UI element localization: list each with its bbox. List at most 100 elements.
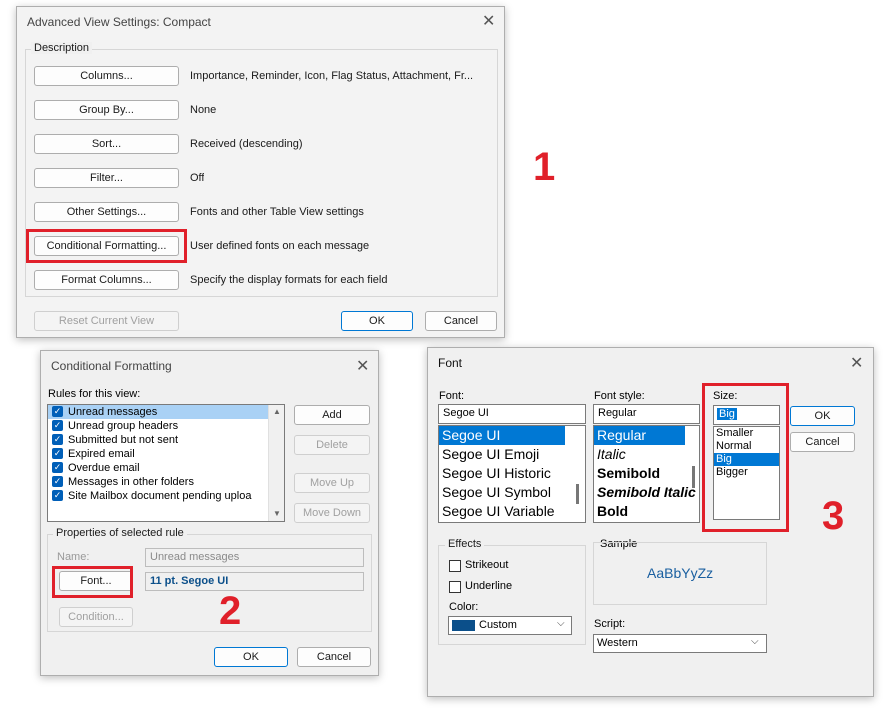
conditional-formatting-dialog: Conditional Formatting ✕ Rules for this … <box>40 350 379 676</box>
other-settings-button[interactable]: Other Settings... <box>34 202 179 222</box>
group-by-button[interactable]: Group By... <box>34 100 179 120</box>
dialog-title: Conditional Formatting <box>51 359 172 373</box>
underline-checkbox[interactable] <box>449 581 461 593</box>
ok-button[interactable]: OK <box>214 647 288 667</box>
advanced-view-settings-dialog: Advanced View Settings: Compact ✕ Descri… <box>16 6 505 338</box>
font-item[interactable]: Segoe UI Historic <box>439 464 585 483</box>
rule-label: Unread messages <box>68 406 158 418</box>
rule-item[interactable]: ✓ Unread group headers <box>48 419 284 433</box>
font-list[interactable]: Segoe UI Segoe UI Emoji Segoe UI Histori… <box>438 425 586 523</box>
rule-item[interactable]: ✓ Unread messages <box>48 405 284 419</box>
close-icon[interactable]: ✕ <box>850 353 863 373</box>
sample-text: AaBbYyZz <box>647 565 714 581</box>
delete-button[interactable]: Delete <box>294 435 370 455</box>
font-item[interactable]: Segoe UI Variable <box>439 502 585 521</box>
font-style-field[interactable]: Regular <box>593 404 700 424</box>
rule-label: Expired email <box>68 448 135 460</box>
font-style-item[interactable]: Bold <box>594 502 699 521</box>
conditional-formatting-description: User defined fonts on each message <box>190 240 370 252</box>
move-up-button[interactable]: Move Up <box>294 473 370 493</box>
rule-label: Messages in other folders <box>68 476 194 488</box>
strikeout-checkbox[interactable] <box>449 560 461 572</box>
rule-name-field[interactable]: Unread messages <box>145 548 364 567</box>
color-label: Color: <box>449 601 479 613</box>
ok-button[interactable]: OK <box>341 311 413 331</box>
font-name-field[interactable]: Segoe UI <box>438 404 586 424</box>
rules-label: Rules for this view: <box>48 388 141 400</box>
chevron-down-icon: ⌵ <box>751 636 759 647</box>
font-item[interactable]: Segoe UI Emoji <box>439 445 585 464</box>
scrollbar-thumb[interactable] <box>576 484 579 504</box>
highlight-conditional-formatting <box>26 229 187 263</box>
color-dropdown[interactable]: Custom ⌵ <box>448 616 572 635</box>
add-button[interactable]: Add <box>294 405 370 425</box>
font-style-item[interactable]: Italic <box>594 445 699 464</box>
group-by-description: None <box>190 104 217 116</box>
filter-button[interactable]: Filter... <box>34 168 179 188</box>
cancel-button[interactable]: Cancel <box>790 432 855 452</box>
rules-list[interactable]: ✓ Unread messages ✓ Unread group headers ✓… <box>47 404 285 522</box>
columns-button[interactable]: Columns... <box>34 66 179 86</box>
ok-button[interactable]: OK <box>790 406 855 426</box>
color-swatch <box>452 620 475 631</box>
properties-label: Properties of selected rule <box>53 527 187 539</box>
highlight-size <box>702 383 789 532</box>
annotation-2: 2 <box>219 589 242 633</box>
annotation-1: 1 <box>533 145 556 189</box>
font-style-label: Font style: <box>594 390 645 402</box>
description-label: Description <box>31 42 93 54</box>
dialog-title: Font <box>438 356 463 370</box>
strikeout-label: Strikeout <box>465 559 509 571</box>
close-icon[interactable]: ✕ <box>356 356 369 376</box>
sample-box: AaBbYyZz <box>593 542 767 605</box>
scroll-up-icon[interactable]: ▲ <box>273 407 281 416</box>
font-preview-field: 11 pt. Segoe UI <box>145 572 364 591</box>
dialog-title: Advanced View Settings: Compact <box>27 15 211 29</box>
annotation-3: 3 <box>822 494 845 538</box>
cancel-button[interactable]: Cancel <box>425 311 497 331</box>
rule-label: Unread group headers <box>68 420 179 432</box>
script-dropdown[interactable]: Western ⌵ <box>593 634 767 653</box>
format-columns-description: Specify the display formats for each fie… <box>190 274 388 286</box>
color-dropdown-value: Custom <box>479 619 517 631</box>
filter-description: Off <box>190 172 205 184</box>
checkbox-checked-icon[interactable]: ✓ <box>52 476 63 487</box>
close-icon[interactable]: ✕ <box>482 11 495 31</box>
font-dialog: Font ✕ Font: Segoe UI Segoe UI Segoe UI … <box>427 347 874 697</box>
reset-current-view-button[interactable]: Reset Current View <box>34 311 179 331</box>
sort-button[interactable]: Sort... <box>34 134 179 154</box>
checkbox-checked-icon[interactable]: ✓ <box>52 462 63 473</box>
rule-label: Overdue email <box>68 462 140 474</box>
font-style-item[interactable]: Semibold Italic <box>594 483 699 502</box>
script-dropdown-value: Western <box>597 637 638 649</box>
scroll-down-icon[interactable]: ▼ <box>273 509 281 518</box>
checkbox-checked-icon[interactable]: ✓ <box>52 490 63 501</box>
columns-description: Importance, Reminder, Icon, Flag Status,… <box>190 70 474 82</box>
checkbox-checked-icon[interactable]: ✓ <box>52 420 63 431</box>
font-style-list[interactable]: Regular Italic Semibold Semibold Italic … <box>593 425 700 523</box>
checkbox-checked-icon[interactable]: ✓ <box>52 406 63 417</box>
rule-item[interactable]: ✓ Submitted but not sent <box>48 433 284 447</box>
other-settings-description: Fonts and other Table View settings <box>190 206 364 218</box>
rule-item[interactable]: ✓ Expired email <box>48 447 284 461</box>
rule-item[interactable]: ✓ Site Mailbox document pending uploa <box>48 489 284 503</box>
sort-description: Received (descending) <box>190 138 303 150</box>
scrollbar[interactable]: ▲ ▼ <box>268 405 284 521</box>
font-style-item[interactable]: Semibold <box>594 464 699 483</box>
checkbox-checked-icon[interactable]: ✓ <box>52 434 63 445</box>
font-style-item[interactable]: Regular <box>594 426 685 445</box>
rule-item[interactable]: ✓ Messages in other folders <box>48 475 284 489</box>
condition-button[interactable]: Condition... <box>59 607 133 627</box>
checkbox-checked-icon[interactable]: ✓ <box>52 448 63 459</box>
highlight-font-button <box>52 566 133 598</box>
font-item[interactable]: Segoe UI <box>439 426 565 445</box>
rule-label: Site Mailbox document pending uploa <box>68 490 252 502</box>
format-columns-button[interactable]: Format Columns... <box>34 270 179 290</box>
scrollbar-thumb[interactable] <box>692 466 695 488</box>
rule-item[interactable]: ✓ Overdue email <box>48 461 284 475</box>
cancel-button[interactable]: Cancel <box>297 647 371 667</box>
name-label: Name: <box>57 551 90 563</box>
move-down-button[interactable]: Move Down <box>294 503 370 523</box>
script-label: Script: <box>594 618 626 630</box>
font-item[interactable]: Segoe UI Symbol <box>439 483 585 502</box>
